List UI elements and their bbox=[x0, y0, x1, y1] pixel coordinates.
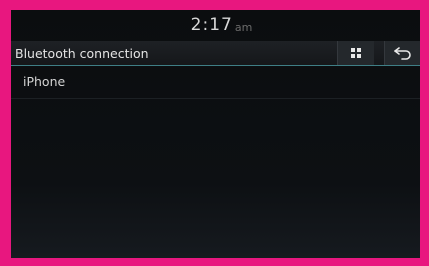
clock-time: 2:17 bbox=[190, 15, 233, 35]
menu-grid-button[interactable] bbox=[337, 41, 374, 65]
device-name: iPhone bbox=[23, 74, 66, 89]
page-title: Bluetooth connection bbox=[15, 46, 149, 61]
title-bar: Bluetooth connection bbox=[11, 41, 420, 66]
status-bar: 2:17 am bbox=[11, 10, 420, 40]
device-frame: 2:17 am Bluetooth connection iPhone bbox=[0, 0, 429, 266]
head-unit-screen: 2:17 am Bluetooth connection iPhone bbox=[11, 10, 420, 258]
back-arrow-icon bbox=[394, 47, 411, 60]
clock-ampm: am bbox=[234, 20, 253, 34]
back-button[interactable] bbox=[384, 41, 420, 65]
device-list-item-iphone[interactable]: iPhone bbox=[11, 66, 420, 99]
grid-menu-icon bbox=[351, 48, 361, 58]
